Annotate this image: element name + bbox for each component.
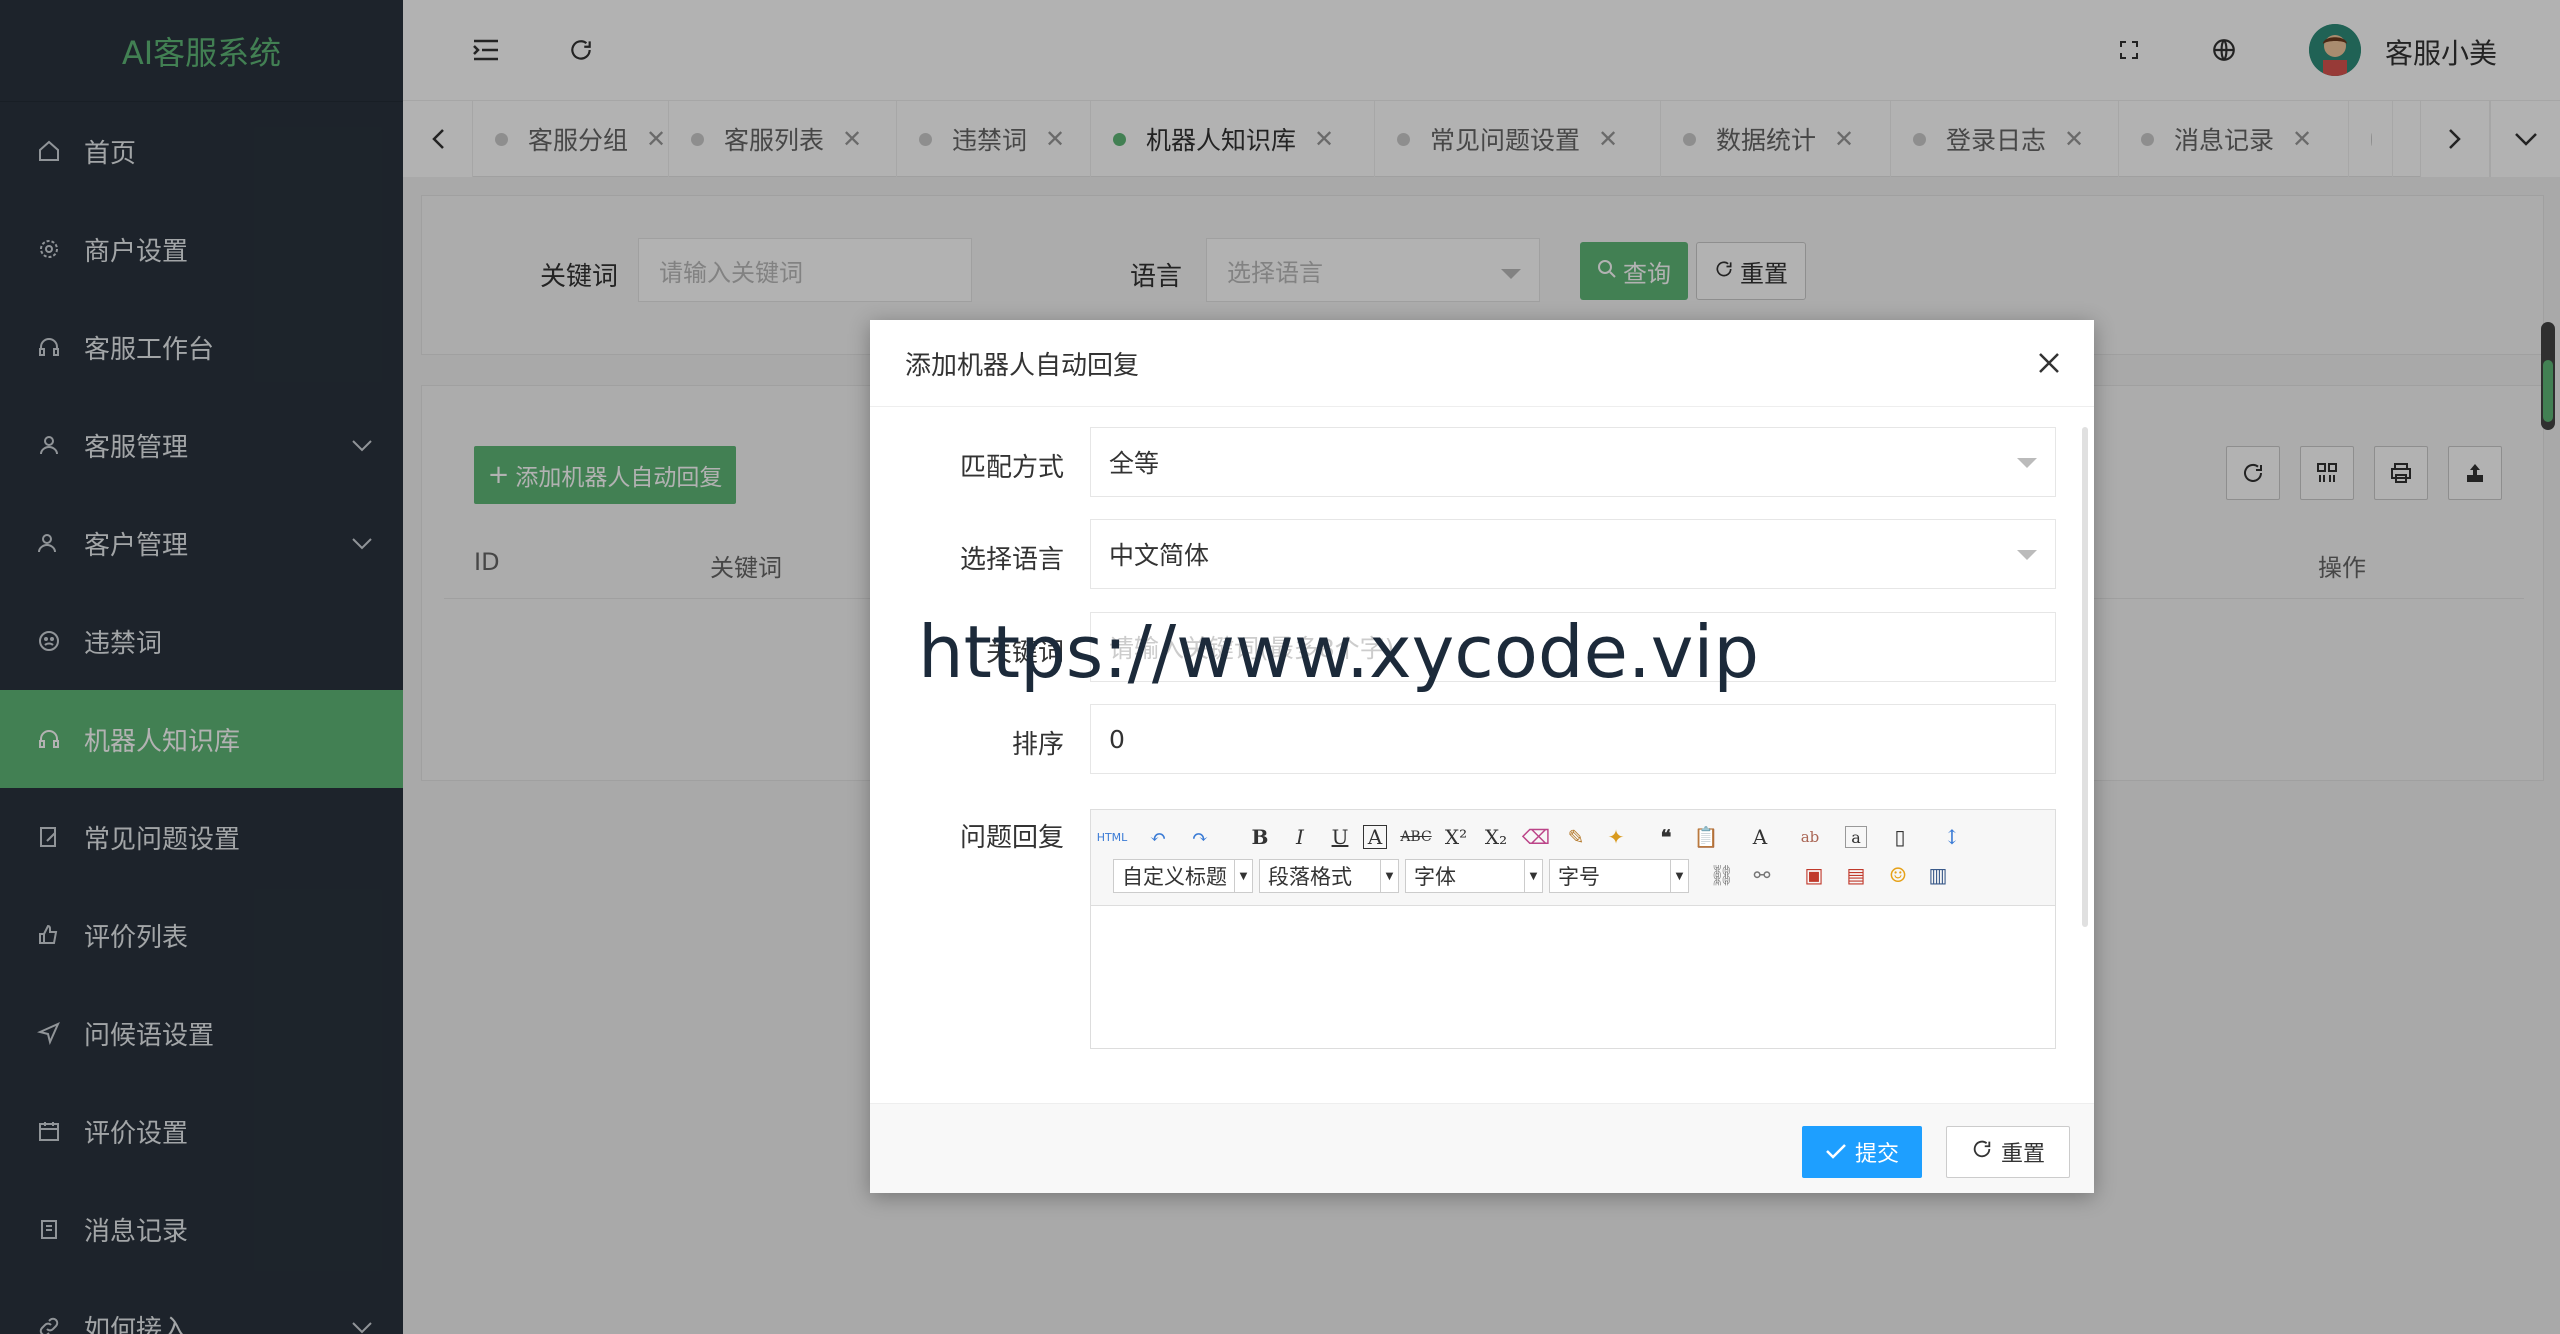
editor-content-area[interactable] [1091, 906, 2055, 1048]
add-robot-reply-dialog: 添加机器人自动回复 匹配方式 全等 选择语言 中文简体 关键词 请输入关键词(最… [870, 320, 2094, 1193]
size-select-label: 字号 [1558, 865, 1600, 889]
line-height-icon[interactable]: ↕ [1937, 822, 1967, 852]
reply-label: 问题回复 [959, 823, 1064, 853]
dialog-reset-button[interactable]: 重置 [1946, 1126, 2070, 1178]
editor-toolbar: HTML ↶ ↷ B I U A ABC X² X₂ ⌫ ✎ ✦ ❝ 📋 A a… [1091, 810, 2055, 906]
submit-button[interactable]: 提交 [1802, 1126, 1922, 1178]
match-mode-row: 匹配方式 全等 [870, 427, 2094, 497]
watermark-text: https://www.xycode.vip [918, 610, 1760, 694]
chevron-down-icon [2017, 458, 2037, 468]
emoji-icon[interactable]: ☺ [1883, 860, 1913, 890]
font-border-icon[interactable]: A [1363, 825, 1387, 849]
language-value: 中文简体 [1109, 541, 1210, 570]
highlight-icon[interactable]: ab [1795, 822, 1825, 852]
eraser-icon[interactable]: ⌫ [1521, 822, 1551, 852]
language-label: 选择语言 [959, 545, 1064, 575]
font-select-label: 字体 [1414, 865, 1456, 889]
refresh-icon [1971, 1138, 1993, 1166]
match-mode-select[interactable]: 全等 [1090, 427, 2056, 497]
bold-icon[interactable]: B [1245, 822, 1275, 852]
anchor-icon[interactable]: a [1845, 826, 1867, 848]
sort-input[interactable]: 0 [1090, 704, 2056, 774]
link-icon[interactable]: ⛓ [1707, 860, 1737, 890]
language-row: 选择语言 中文简体 [870, 519, 2094, 589]
paste-icon[interactable]: 📋 [1691, 822, 1721, 852]
unlink-icon[interactable]: ⚯ [1747, 860, 1777, 890]
match-mode-label: 匹配方式 [959, 453, 1064, 483]
strikethrough-icon[interactable]: ABC [1400, 822, 1431, 852]
dialog-header: 添加机器人自动回复 [870, 320, 2094, 407]
font-size-select[interactable]: 字号 ▼ [1549, 859, 1689, 893]
close-icon[interactable] [2032, 346, 2066, 380]
dialog-title: 添加机器人自动回复 [905, 350, 1140, 381]
heading-select[interactable]: 自定义标题 ▼ [1113, 859, 1253, 893]
subscript-icon[interactable]: X₂ [1481, 822, 1511, 852]
match-mode-value: 全等 [1109, 449, 1160, 478]
dropdown-caret-icon: ▼ [1670, 860, 1688, 892]
rich-text-editor: HTML ↶ ↷ B I U A ABC X² X₂ ⌫ ✎ ✦ ❝ 📋 A a… [1090, 809, 2056, 1049]
multi-image-icon[interactable]: ▤ [1841, 860, 1871, 890]
language-select[interactable]: 中文简体 [1090, 519, 2056, 589]
dropdown-caret-icon: ▼ [1524, 860, 1542, 892]
undo-icon[interactable]: ↶ [1143, 822, 1173, 852]
sort-label: 排序 [1011, 730, 1064, 760]
heading-select-label: 自定义标题 [1122, 865, 1227, 889]
dropdown-caret-icon: ▼ [1234, 860, 1252, 892]
quote-icon[interactable]: ❝ [1651, 822, 1681, 852]
font-color-icon[interactable]: A [1745, 822, 1775, 852]
font-family-select[interactable]: 字体 ▼ [1405, 859, 1543, 893]
submit-button-label: 提交 [1854, 1142, 1899, 1167]
chevron-down-icon [2017, 550, 2037, 560]
redo-icon[interactable]: ↷ [1185, 822, 1215, 852]
dropdown-caret-icon: ▼ [1380, 860, 1398, 892]
video-icon[interactable]: ▥ [1923, 860, 1953, 890]
dialog-body: 匹配方式 全等 选择语言 中文简体 关键词 请输入关键词(最多8个字) 排序 0… [870, 407, 2094, 1103]
magic-wand-icon[interactable]: ✦ [1601, 822, 1631, 852]
italic-icon[interactable]: I [1285, 822, 1315, 852]
sort-row: 排序 0 [870, 704, 2094, 774]
dialog-reset-label: 重置 [2000, 1142, 2045, 1167]
dialog-footer: 提交 重置 [870, 1103, 2094, 1193]
underline-icon[interactable]: U [1325, 822, 1355, 852]
html-source-icon[interactable]: HTML [1097, 822, 1128, 852]
paragraph-select-label: 段落格式 [1268, 865, 1352, 889]
check-icon [1825, 1140, 1847, 1165]
page-icon[interactable]: ▯ [1885, 822, 1915, 852]
superscript-icon[interactable]: X² [1441, 822, 1471, 852]
paragraph-select[interactable]: 段落格式 ▼ [1259, 859, 1399, 893]
format-painter-icon[interactable]: ✎ [1561, 822, 1591, 852]
image-icon[interactable]: ▣ [1799, 860, 1829, 890]
